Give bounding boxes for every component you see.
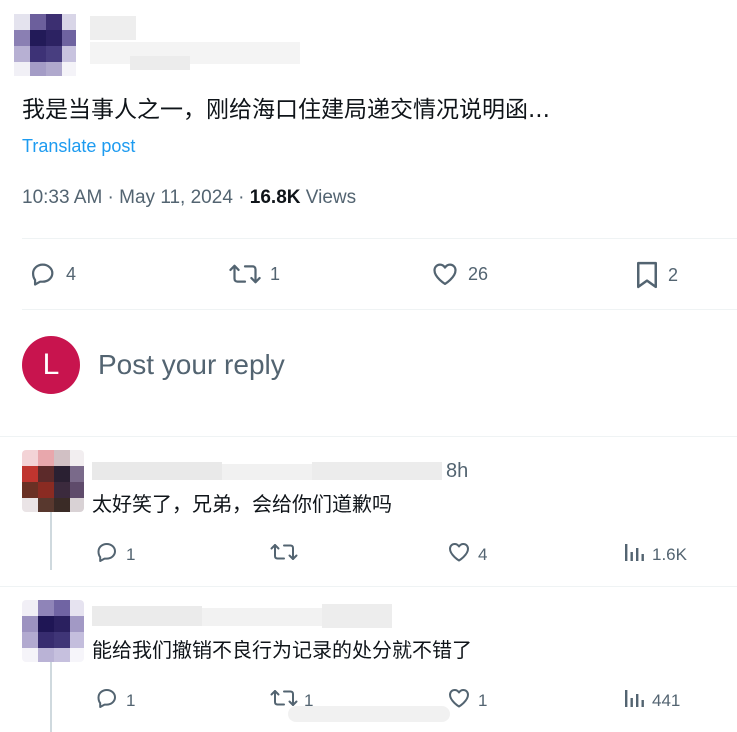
reply-author-avatar[interactable] (22, 600, 84, 662)
post-text: 我是当事人之一，刚给海口住建局递交情况说明函... (22, 97, 550, 123)
bookmark-count: 2 (668, 264, 679, 285)
reply-like-button[interactable]: 4 (446, 540, 487, 569)
thread-line (50, 512, 52, 570)
reply-views-button[interactable]: 1.6K (624, 540, 687, 569)
reply-count: 1 (126, 690, 136, 710)
reply-icon (94, 540, 120, 569)
reply-icon (28, 260, 58, 288)
views-label: Views (300, 187, 357, 208)
like-count: 1 (478, 690, 488, 710)
repost-icon (270, 540, 298, 569)
reply-like-button[interactable]: 1 (446, 686, 487, 715)
bookmark-icon (634, 260, 660, 290)
heart-icon (446, 540, 472, 569)
reply-icon (94, 686, 120, 715)
repost-icon (228, 260, 262, 288)
views-count: 16.8K (249, 187, 301, 208)
divider (0, 436, 737, 437)
reply-timestamp[interactable]: 8h (446, 460, 468, 483)
post-meta: 10:33 AM · May 11, 2024 · 16.8K Views (22, 187, 356, 209)
reply-text: 太好笑了，兄弟，会给你们道歉吗 (92, 492, 392, 516)
heart-icon (430, 260, 460, 288)
reply-text: 能给我们撤销不良行为记录的处分就不错了 (92, 638, 472, 662)
reply-author-name-blurred[interactable] (92, 604, 392, 630)
like-button[interactable]: 26 (430, 260, 488, 288)
reply-author-name-blurred[interactable] (92, 460, 442, 482)
divider (22, 309, 737, 310)
views-count: 1.6K (652, 544, 687, 564)
divider (22, 238, 737, 239)
author-name-blurred[interactable] (90, 16, 300, 72)
translate-post-link[interactable]: Translate post (22, 136, 135, 157)
like-count: 4 (478, 544, 488, 564)
divider (0, 586, 737, 587)
reply-composer[interactable]: L Post your reply (22, 336, 285, 394)
post-timestamp[interactable]: 10:33 AM · May 11, 2024 · (22, 187, 250, 208)
bookmark-button[interactable]: 2 (634, 260, 678, 290)
thread-line (50, 662, 52, 732)
reply-count: 1 (126, 544, 136, 564)
reply-button[interactable]: 4 (28, 260, 76, 288)
analytics-icon (624, 686, 646, 715)
repost-count: 1 (270, 263, 281, 284)
reply-reply-button[interactable]: 1 (94, 540, 135, 569)
like-count: 26 (468, 263, 489, 284)
reply-author-avatar[interactable] (22, 450, 84, 512)
reply-views-button[interactable]: 441 (624, 686, 680, 715)
repost-button[interactable]: 1 (228, 260, 280, 288)
reply-repost-button[interactable] (270, 540, 304, 569)
watermark (288, 702, 450, 724)
author-avatar[interactable] (14, 14, 76, 76)
reply-input[interactable]: Post your reply (98, 349, 285, 381)
heart-icon (446, 686, 472, 715)
analytics-icon (624, 540, 646, 569)
reply-count: 4 (66, 263, 77, 284)
user-avatar[interactable]: L (22, 336, 80, 394)
reply-reply-button[interactable]: 1 (94, 686, 135, 715)
views-count: 441 (652, 690, 681, 710)
